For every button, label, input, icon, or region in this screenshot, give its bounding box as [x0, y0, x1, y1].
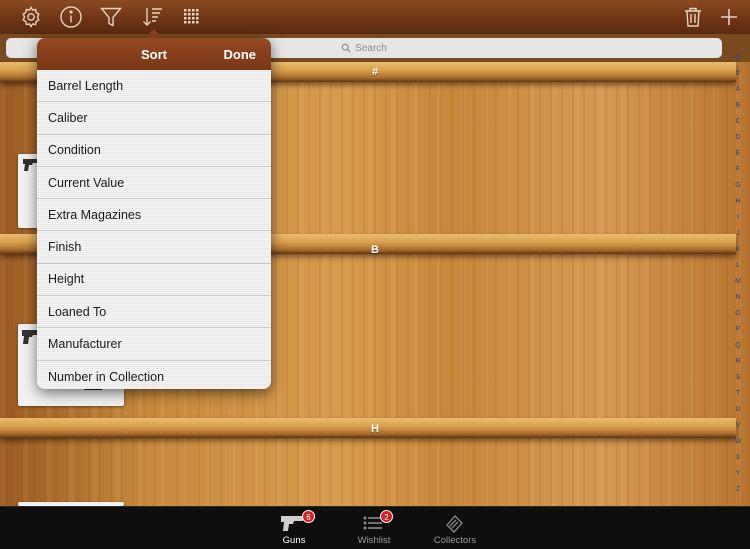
index-letter[interactable]: M [735, 278, 741, 286]
index-letter[interactable]: A [736, 86, 741, 94]
search-placeholder: Search [355, 42, 387, 54]
index-letter[interactable]: G [735, 182, 740, 190]
popover-header: Sort Done [37, 38, 271, 70]
index-letter[interactable]: Y [736, 470, 741, 478]
sort-option[interactable]: Finish [37, 231, 271, 264]
index-letter[interactable]: D [735, 134, 740, 142]
index-letter[interactable]: T [736, 390, 740, 398]
tab-guns[interactable]: 6 Guns [254, 507, 334, 549]
index-letter[interactable]: P [736, 326, 741, 334]
sort-option[interactable]: Height [37, 263, 271, 297]
sort-option[interactable]: Number in Collection [37, 360, 271, 389]
sort-option[interactable]: Manufacturer [37, 328, 271, 361]
index-letter[interactable]: B [736, 102, 741, 110]
index-letter[interactable]: L [736, 262, 740, 270]
search-icon [341, 43, 351, 53]
tab-collectors[interactable]: Collectors [415, 507, 495, 549]
sort-option[interactable]: Current Value [37, 166, 271, 200]
sort-option[interactable]: Loaned To [37, 296, 271, 329]
grid-icon[interactable] [179, 4, 205, 30]
top-toolbar [0, 0, 750, 34]
sort-option[interactable]: Extra Magazines [37, 199, 271, 232]
index-letter[interactable]: K [736, 246, 741, 254]
index-letter[interactable]: J [736, 230, 740, 238]
index-letter[interactable]: # [736, 70, 740, 78]
index-letter[interactable]: W [735, 438, 742, 446]
section-index-bar[interactable]: Q # A B C D E F G H I J K L M N O P Q R … [728, 54, 748, 494]
index-letter[interactable]: Q [735, 342, 740, 350]
index-letter[interactable]: Z [736, 486, 740, 494]
sort-option[interactable]: Caliber [37, 102, 271, 135]
filter-icon[interactable] [98, 4, 124, 30]
info-icon[interactable] [58, 4, 84, 30]
index-letter[interactable]: R [735, 358, 740, 366]
index-letter[interactable]: H [735, 198, 740, 206]
sort-option[interactable]: Barrel Length [37, 70, 271, 103]
popover-arrow [145, 29, 163, 38]
trash-icon[interactable] [680, 4, 706, 30]
index-letter[interactable]: I [737, 214, 739, 222]
index-letter[interactable]: Q [735, 54, 740, 62]
collectors-icon [446, 515, 463, 533]
tab-label: Guns [282, 535, 306, 546]
index-letter[interactable]: N [735, 294, 740, 302]
done-button[interactable]: Done [224, 47, 257, 62]
plus-icon[interactable] [716, 4, 742, 30]
index-letter[interactable]: O [735, 310, 740, 318]
gear-icon[interactable] [18, 4, 44, 30]
shelf-label: H [371, 423, 379, 435]
sort-option[interactable]: Condition [37, 134, 271, 167]
tab-wishlist[interactable]: 2 Wishlist [334, 507, 414, 549]
badge: 2 [380, 510, 393, 523]
index-letter[interactable]: F [736, 166, 740, 174]
index-letter[interactable]: C [735, 118, 740, 126]
sort-icon[interactable] [139, 4, 165, 30]
index-letter[interactable]: V [736, 422, 741, 430]
tab-label: Collectors [433, 535, 477, 546]
sort-popover: Sort Done Barrel Length Caliber Conditio… [37, 38, 271, 389]
tab-bar: 6 Guns 2 Wishlist Collectors [0, 506, 750, 549]
index-letter[interactable]: E [736, 150, 741, 158]
index-letter[interactable]: S [736, 374, 741, 382]
badge: 6 [302, 510, 315, 523]
tab-label: Wishlist [357, 535, 391, 546]
index-letter[interactable]: U [735, 406, 740, 414]
index-letter[interactable]: X [736, 454, 741, 462]
